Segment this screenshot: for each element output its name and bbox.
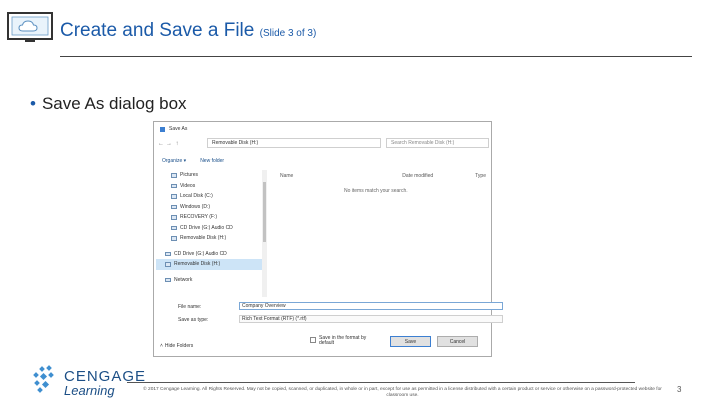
back-icon[interactable]: ← bbox=[157, 141, 165, 147]
save-type-value: Rich Text Format (RTF) (*.rtf) bbox=[242, 316, 307, 322]
footer-divider bbox=[127, 382, 635, 383]
nav-item-label: CD Drive (G:) Audio CD bbox=[174, 250, 227, 257]
save-type-label: Save as type: bbox=[178, 316, 209, 323]
brand-subname: Learning bbox=[64, 383, 115, 398]
nav-item-label: Removable Disk (H:) bbox=[174, 261, 221, 268]
hide-folders-label: Hide Folders bbox=[164, 343, 194, 349]
nav-item-cd-drive-root[interactable]: CD Drive (G:) Audio CD bbox=[156, 249, 263, 260]
slide-title: Create and Save a File (Slide 3 of 3) bbox=[60, 20, 316, 42]
save-type-row: Save as type: Rich Text Format (RTF) (*.… bbox=[178, 315, 508, 324]
new-folder-button[interactable]: New folder bbox=[200, 158, 224, 164]
folder-icon bbox=[171, 183, 177, 188]
navigation-pane: Pictures Videos Local Disk (C:) Windows … bbox=[156, 170, 263, 297]
cancel-button[interactable]: Cancel bbox=[437, 336, 478, 347]
dialog-title: Save As bbox=[169, 126, 188, 132]
nav-item-removable-disk[interactable]: Removable Disk (H:) bbox=[156, 233, 263, 244]
nav-item-local-disk[interactable]: Local Disk (C:) bbox=[156, 191, 263, 202]
checkbox-label: Save in the format by default bbox=[319, 335, 367, 346]
column-name[interactable]: Name bbox=[280, 173, 338, 181]
nav-item-label: Local Disk (C:) bbox=[180, 193, 213, 200]
save-type-select[interactable]: Rich Text Format (RTF) (*.rtf) bbox=[239, 315, 503, 323]
nav-item-label: Removable Disk (H:) bbox=[180, 235, 227, 242]
drive-icon bbox=[171, 194, 177, 199]
nav-item-videos[interactable]: Videos bbox=[156, 181, 263, 192]
hide-folders-toggle[interactable]: ˄ Hide Folders bbox=[160, 343, 193, 349]
nav-item-label: Windows (D:) bbox=[180, 203, 211, 210]
nav-item-cd-drive[interactable]: CD Drive (G:) Audio CD bbox=[156, 223, 263, 234]
file-name-label: File name: bbox=[178, 303, 202, 310]
drive-icon bbox=[171, 215, 177, 220]
slide-number: 3 bbox=[677, 385, 682, 394]
bullet-text: Save As dialog box bbox=[41, 94, 187, 113]
nav-item-windows[interactable]: Windows (D:) bbox=[156, 202, 263, 213]
drive-icon bbox=[171, 204, 177, 209]
nav-item-label: Videos bbox=[180, 182, 196, 189]
cd-icon bbox=[165, 251, 171, 256]
network-icon bbox=[165, 277, 171, 282]
nav-item-label: CD Drive (G:) Audio CD bbox=[180, 224, 233, 231]
dialog-toolbar: Organize ▾ New folder bbox=[162, 156, 482, 166]
column-type[interactable]: Type bbox=[475, 173, 486, 181]
bullet-item: • Save As dialog box bbox=[30, 94, 187, 114]
chevron-up-icon: ˄ bbox=[160, 343, 163, 349]
nav-item-label: Pictures bbox=[180, 172, 199, 179]
slide-title-text: Create and Save a File bbox=[60, 20, 255, 41]
file-name-value: Company Overview bbox=[242, 303, 286, 309]
up-icon[interactable]: ↑ bbox=[173, 141, 181, 147]
save-icon bbox=[160, 126, 165, 132]
file-name-row: File name: Company Overview bbox=[178, 302, 508, 311]
folder-icon bbox=[171, 173, 177, 178]
search-input[interactable]: Search Removable Disk (H:) bbox=[386, 138, 489, 148]
nav-item-pictures[interactable]: Pictures bbox=[156, 170, 263, 181]
slide-subtitle: (Slide 3 of 3) bbox=[259, 28, 317, 39]
address-text: Removable Disk (H:) bbox=[212, 140, 259, 146]
copyright-text: © 2017 Cengage Learning. All Rights Rese… bbox=[143, 387, 662, 398]
column-date-modified[interactable]: Date modified bbox=[338, 173, 475, 181]
nav-item-label: RECOVERY (F:) bbox=[180, 214, 218, 221]
save-button-label: Save bbox=[404, 338, 417, 345]
bullet-icon: • bbox=[30, 94, 36, 113]
monitor-cloud-icon bbox=[7, 12, 53, 44]
usb-drive-icon bbox=[165, 262, 171, 267]
dialog-titlebar: Save As bbox=[154, 122, 491, 136]
file-name-input[interactable]: Company Overview bbox=[239, 302, 503, 310]
nav-scrollbar[interactable] bbox=[262, 170, 267, 297]
checkbox-box[interactable] bbox=[310, 337, 316, 343]
scroll-thumb[interactable] bbox=[263, 182, 266, 242]
title-divider bbox=[60, 56, 692, 57]
nav-item-network[interactable]: Network bbox=[156, 275, 263, 286]
nav-item-recovery[interactable]: RECOVERY (F:) bbox=[156, 212, 263, 223]
cancel-button-label: Cancel bbox=[449, 338, 466, 345]
cd-icon bbox=[171, 225, 177, 230]
address-row: ← → ↑ Removable Disk (H:) Search Removab… bbox=[157, 138, 489, 149]
save-as-dialog: Save As ← → ↑ Removable Disk (H:) Search… bbox=[153, 121, 503, 357]
cengage-logo-icon bbox=[30, 364, 60, 396]
empty-message: No items match your search. bbox=[344, 188, 408, 194]
search-placeholder: Search Removable Disk (H:) bbox=[391, 140, 455, 146]
forward-icon[interactable]: → bbox=[165, 141, 173, 147]
usb-drive-icon bbox=[171, 236, 177, 241]
nav-item-removable-disk-selected[interactable]: Removable Disk (H:) bbox=[156, 259, 263, 270]
column-headers: Name Date modified Type bbox=[280, 173, 486, 181]
save-button[interactable]: Save bbox=[390, 336, 431, 347]
address-bar[interactable]: Removable Disk (H:) bbox=[207, 138, 381, 148]
nav-item-label: Network bbox=[174, 276, 193, 283]
organize-button[interactable]: Organize ▾ bbox=[162, 158, 186, 164]
thumbnail-checkbox[interactable]: Save in the format by default bbox=[310, 336, 371, 346]
